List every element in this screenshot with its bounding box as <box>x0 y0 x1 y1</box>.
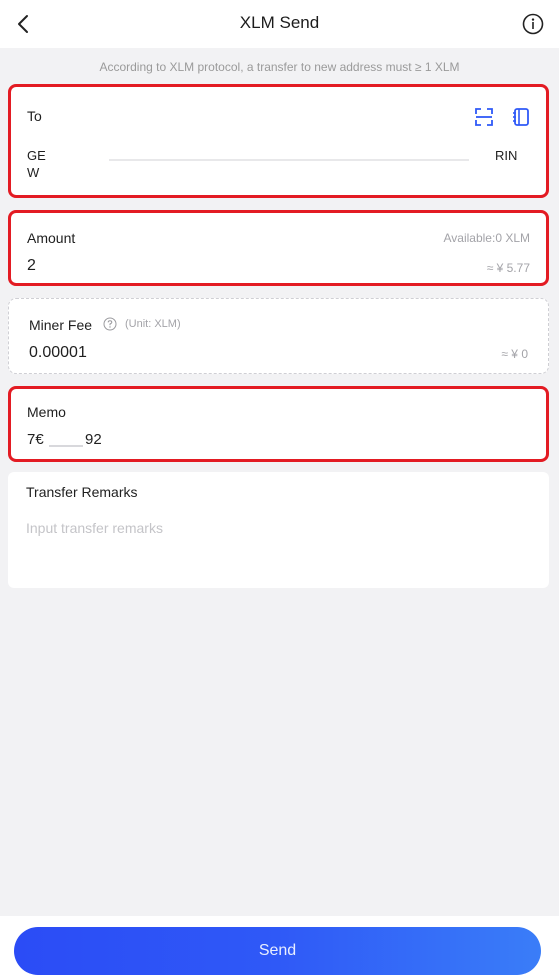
amount-fiat-value: ≈ ¥ 5.77 <box>486 261 530 275</box>
info-button[interactable] <box>521 12 545 36</box>
bottom-bar: Send <box>0 916 559 980</box>
memo-value-end[interactable]: 92 <box>85 431 102 448</box>
top-bar: XLM Send <box>0 0 559 48</box>
miner-fee-help-button[interactable] <box>101 315 119 333</box>
miner-fee-value: 0.00001 <box>29 344 87 361</box>
address-redaction <box>109 159 469 161</box>
address-line-2: W <box>27 165 40 180</box>
miner-fee-label: Miner Fee <box>29 317 93 333</box>
address-line-start: GE <box>27 148 46 163</box>
amount-value[interactable]: 2 <box>27 257 36 275</box>
available-balance: Available:0 XLM <box>443 231 531 245</box>
address-line-end: RIN <box>495 148 518 163</box>
memo-label: Memo <box>27 404 66 420</box>
miner-fee-card: Miner Fee (Unit: XLM) 0.00001 ≈ ¥ 0 <box>8 298 549 374</box>
send-button[interactable]: Send <box>14 927 541 975</box>
scan-button[interactable] <box>473 106 495 128</box>
address-book-button[interactable] <box>510 106 532 128</box>
question-circle-icon <box>103 317 117 331</box>
amount-label: Amount <box>27 230 76 246</box>
address-book-icon <box>513 108 529 126</box>
miner-fee-unit: (Unit: XLM) <box>125 318 181 330</box>
memo-value-start[interactable]: 7€ <box>27 431 44 448</box>
page-title: XLM Send <box>239 13 320 32</box>
to-label: To <box>27 108 42 124</box>
to-address-card[interactable]: To GE RIN W <box>8 84 549 198</box>
transfer-remarks-label: Transfer Remarks <box>26 484 138 500</box>
info-circle-icon <box>522 13 544 35</box>
scan-icon <box>475 108 493 126</box>
miner-fee-fiat-value: ≈ ¥ 0 <box>501 347 528 361</box>
amount-card[interactable]: Amount Available:0 XLM 2 ≈ ¥ 5.77 <box>8 210 549 286</box>
memo-card[interactable]: Memo 7€ 92 <box>8 386 549 462</box>
protocol-notice: According to XLM protocol, a transfer to… <box>99 60 460 74</box>
transfer-remarks-input[interactable] <box>26 516 526 540</box>
transfer-remarks-card: Transfer Remarks <box>8 472 549 588</box>
memo-redaction <box>49 445 83 447</box>
